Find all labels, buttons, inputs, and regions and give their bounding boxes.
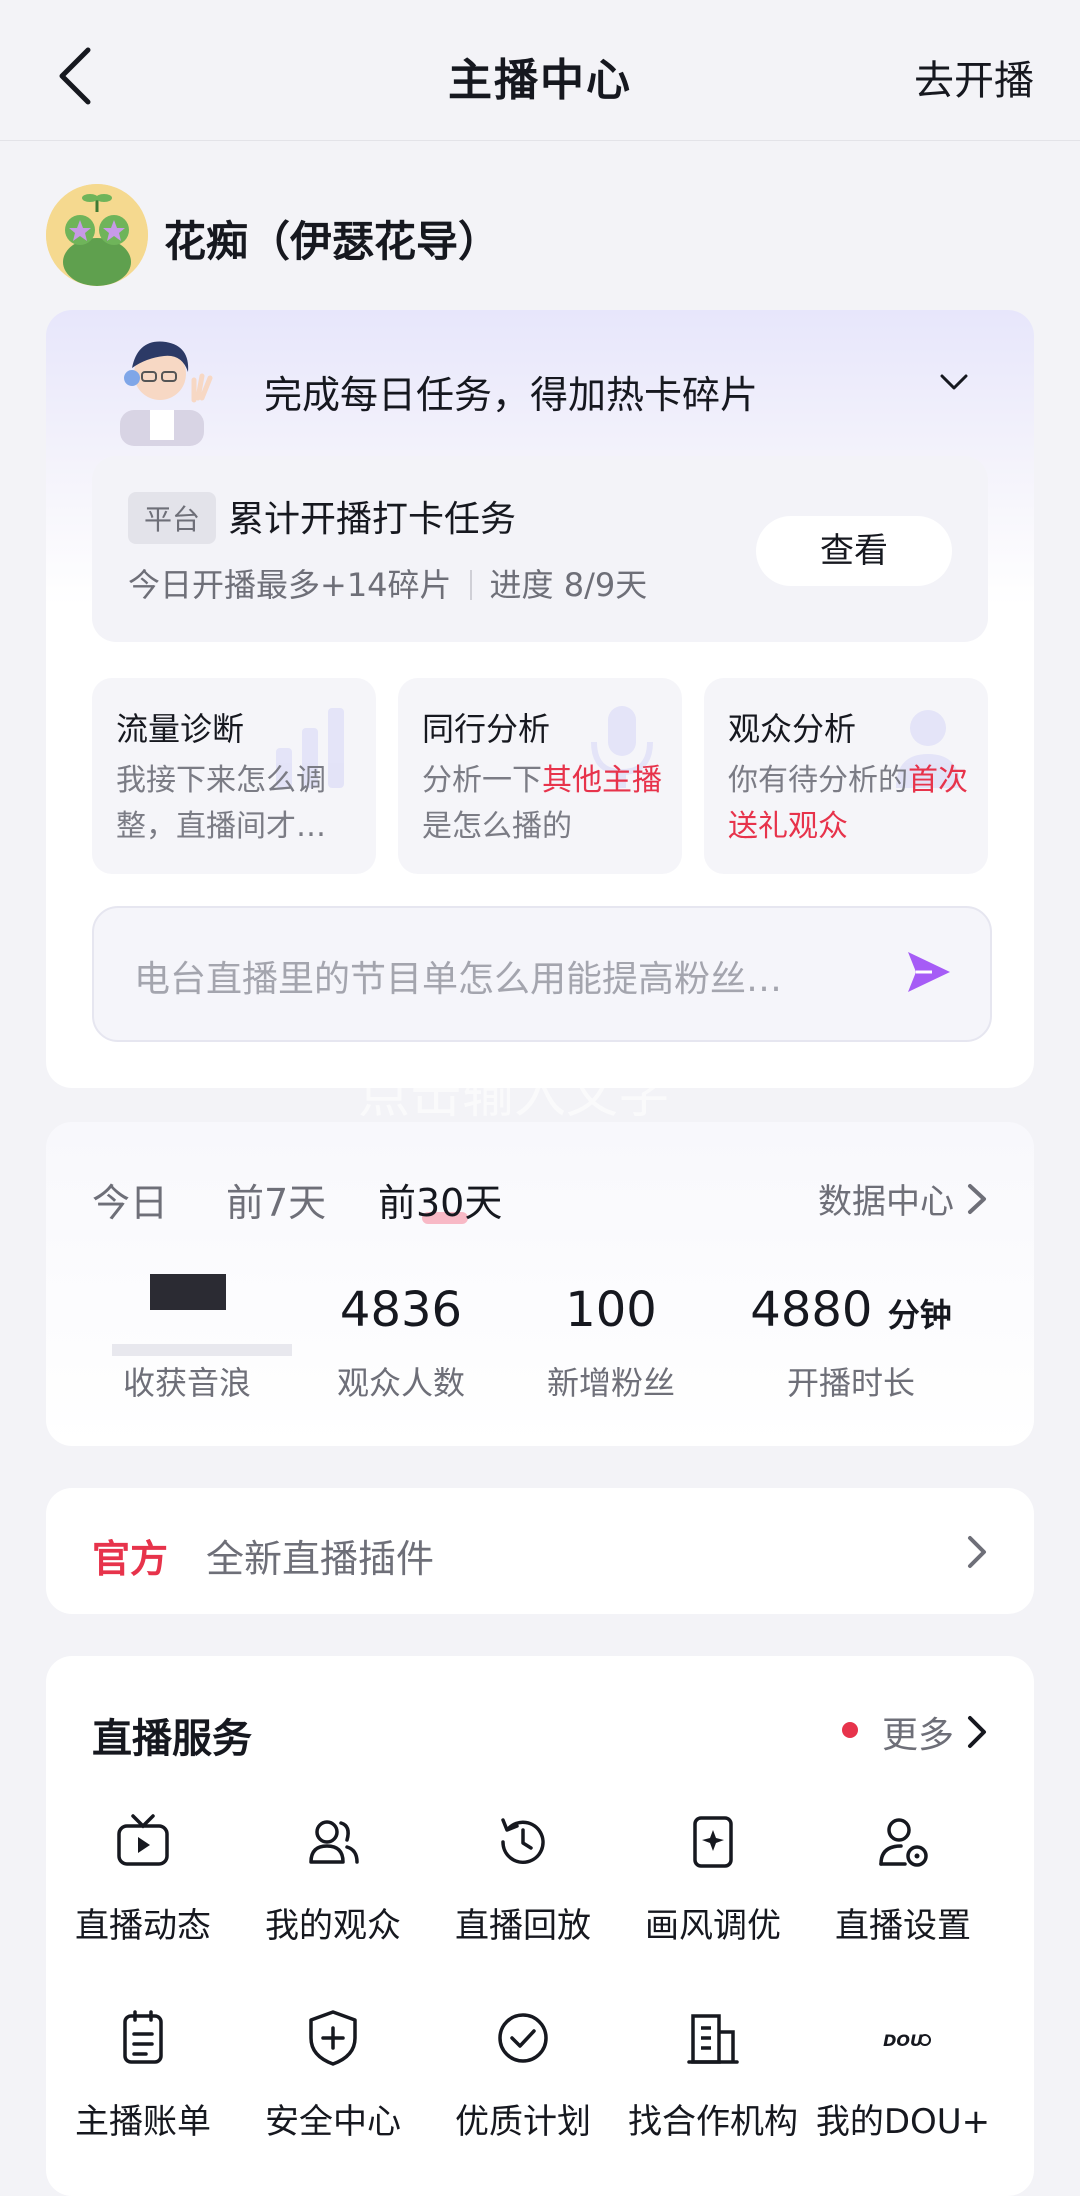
service-label: 主播账单 (75, 2102, 211, 2142)
divider (469, 570, 472, 600)
service-partner-agency[interactable]: 找合作机构 (618, 2008, 808, 2143)
ask-input[interactable]: 电台直播里的节目单怎么用能提高粉丝… (92, 906, 992, 1042)
checkin-title: 累计开播打卡任务 (228, 499, 517, 540)
service-label: 安全中心 (265, 2102, 401, 2142)
assistant-character-icon (120, 341, 213, 446)
analysis-desc-text: 你有待分析的 (728, 763, 908, 798)
service-security[interactable]: 安全中心 (238, 2008, 428, 2143)
checkin-subtitle: 今日开播最多+14碎片 进度 8/9天 (128, 560, 647, 606)
live-services-card: 直播服务 更多 直播动态 我的观众 直播回放 画风调优 直播设置 主播账单 安全… (46, 1656, 1034, 2196)
service-label: 我的DOU+ (815, 2102, 991, 2142)
service-bill[interactable]: 主播账单 (48, 2008, 238, 2143)
shield-plus-icon (309, 2010, 357, 2066)
daily-task-card: 完成每日任务，得加热卡碎片 平台 累计开播打卡任务 今日开播最多+14碎片 进度 … (46, 310, 1034, 1088)
service-live-settings[interactable]: 直播设置 (808, 1812, 998, 1947)
ask-placeholder: 电台直播里的节目单怎么用能提高粉丝… (134, 959, 783, 1000)
service-label: 直播设置 (835, 1906, 971, 1946)
chevron-down-icon[interactable] (938, 370, 970, 394)
chevron-right-icon[interactable] (966, 1182, 988, 1216)
analysis-desc-text: 我接下来怎么调整，直播间才… (116, 763, 326, 844)
checkin-progress: 进度 8/9天 (489, 566, 648, 604)
chevron-right-icon[interactable] (966, 1714, 988, 1750)
daily-task-headline: 完成每日任务，得加热卡碎片 (264, 373, 759, 417)
stat-label-live-duration: 开播时长 (786, 1364, 915, 1402)
tv-play-icon (117, 1814, 169, 1866)
send-icon[interactable] (902, 946, 954, 998)
official-tag: 官方 (92, 1537, 169, 1581)
stat-label-new-fans: 新增粉丝 (546, 1364, 675, 1402)
svg-text:DOU: DOU (883, 2031, 923, 2050)
analysis-title: 同行分析 (422, 710, 551, 748)
stat-label-viewers: 观众人数 (336, 1364, 465, 1402)
notification-dot (842, 1722, 858, 1738)
redacted-value (150, 1274, 226, 1310)
stat-value-new-fans: 100 (565, 1282, 657, 1338)
service-style-tune[interactable]: 画风调优 (618, 1812, 808, 1947)
chevron-right-icon[interactable] (966, 1534, 988, 1570)
frog-avatar-icon (46, 184, 148, 286)
service-label: 我的观众 (265, 1906, 401, 1946)
watermark-text: 点击输入文字 (358, 1065, 671, 1125)
analysis-desc-text: 是怎么播的 (422, 809, 572, 844)
duration-number: 4880 (750, 1282, 873, 1338)
tab-30days[interactable]: 前30天 (378, 1172, 502, 1227)
top-bar: 主播中心 去开播 (0, 0, 1080, 141)
data-center-link[interactable]: 数据中心 (818, 1174, 954, 1223)
analysis-desc-text: 分析一下 (422, 763, 542, 798)
more-link[interactable]: 更多 (882, 1706, 954, 1758)
redacted-value (112, 1344, 292, 1356)
bill-icon (123, 2010, 163, 2064)
tab-7days[interactable]: 前7天 (226, 1172, 326, 1227)
user-settings-icon (879, 1818, 928, 1867)
dou-plus-icon: DOU (883, 2031, 931, 2050)
stat-value-viewers: 4836 (339, 1282, 463, 1338)
analysis-desc: 你有待分析的首次送礼观众 (728, 758, 974, 850)
analysis-desc-highlight: 其他主播 (542, 763, 662, 798)
view-button[interactable]: 查看 (756, 516, 952, 586)
analysis-desc: 分析一下其他主播是怎么播的 (422, 758, 668, 850)
official-text: 全新直播插件 (206, 1537, 435, 1581)
platform-tag: 平台 (128, 492, 217, 544)
stat-value-live-duration: 4880 分钟 (726, 1282, 976, 1338)
stats-card: 今日 前7天 前30天 数据中心 收获音浪 4836 观众人数 100 新增粉丝… (46, 1122, 1034, 1446)
style-tune-icon (693, 1816, 733, 1868)
analysis-desc: 我接下来怎么调整，直播间才… (116, 758, 362, 850)
audience-icon (309, 1820, 359, 1864)
analysis-title: 流量诊断 (116, 710, 245, 748)
service-replay[interactable]: 直播回放 (428, 1812, 618, 1947)
building-icon (687, 2014, 739, 2064)
service-label: 直播动态 (75, 1906, 211, 1946)
services-title: 直播服务 (92, 1716, 252, 1762)
analysis-card-peer[interactable]: 同行分析 分析一下其他主播是怎么播的 (398, 678, 682, 874)
stat-label-sound-wave: 收获音浪 (122, 1364, 251, 1402)
service-my-audience[interactable]: 我的观众 (238, 1812, 428, 1947)
analysis-title: 观众分析 (728, 710, 857, 748)
service-label: 找合作机构 (628, 2102, 798, 2142)
service-label: 直播回放 (455, 1906, 591, 1946)
go-live-button[interactable]: 去开播 (914, 48, 1034, 106)
service-dou-plus[interactable]: DOU 我的DOU+ (808, 2008, 998, 2143)
check-circle-icon (498, 2013, 548, 2063)
service-label: 画风调优 (645, 1906, 781, 1946)
checkin-reward: 今日开播最多+14碎片 (128, 566, 452, 604)
checkin-task: 平台 累计开播打卡任务 今日开播最多+14碎片 进度 8/9天 查看 (92, 456, 988, 642)
service-quality-plan[interactable]: 优质计划 (428, 2008, 618, 2143)
tab-today[interactable]: 今日 (92, 1172, 168, 1227)
replay-clock-icon (501, 1818, 545, 1864)
avatar[interactable] (46, 184, 148, 286)
analysis-card-traffic[interactable]: 流量诊断 我接下来怎么调整，直播间才… (92, 678, 376, 874)
duration-unit: 分钟 (887, 1296, 952, 1334)
analysis-card-audience[interactable]: 观众分析 你有待分析的首次送礼观众 (704, 678, 988, 874)
service-label: 优质计划 (455, 2102, 591, 2142)
service-live-feed[interactable]: 直播动态 (48, 1812, 238, 1947)
user-name[interactable]: 花痴（伊瑟花导） (164, 208, 500, 269)
official-banner[interactable]: 官方 全新直播插件 (46, 1488, 1034, 1614)
